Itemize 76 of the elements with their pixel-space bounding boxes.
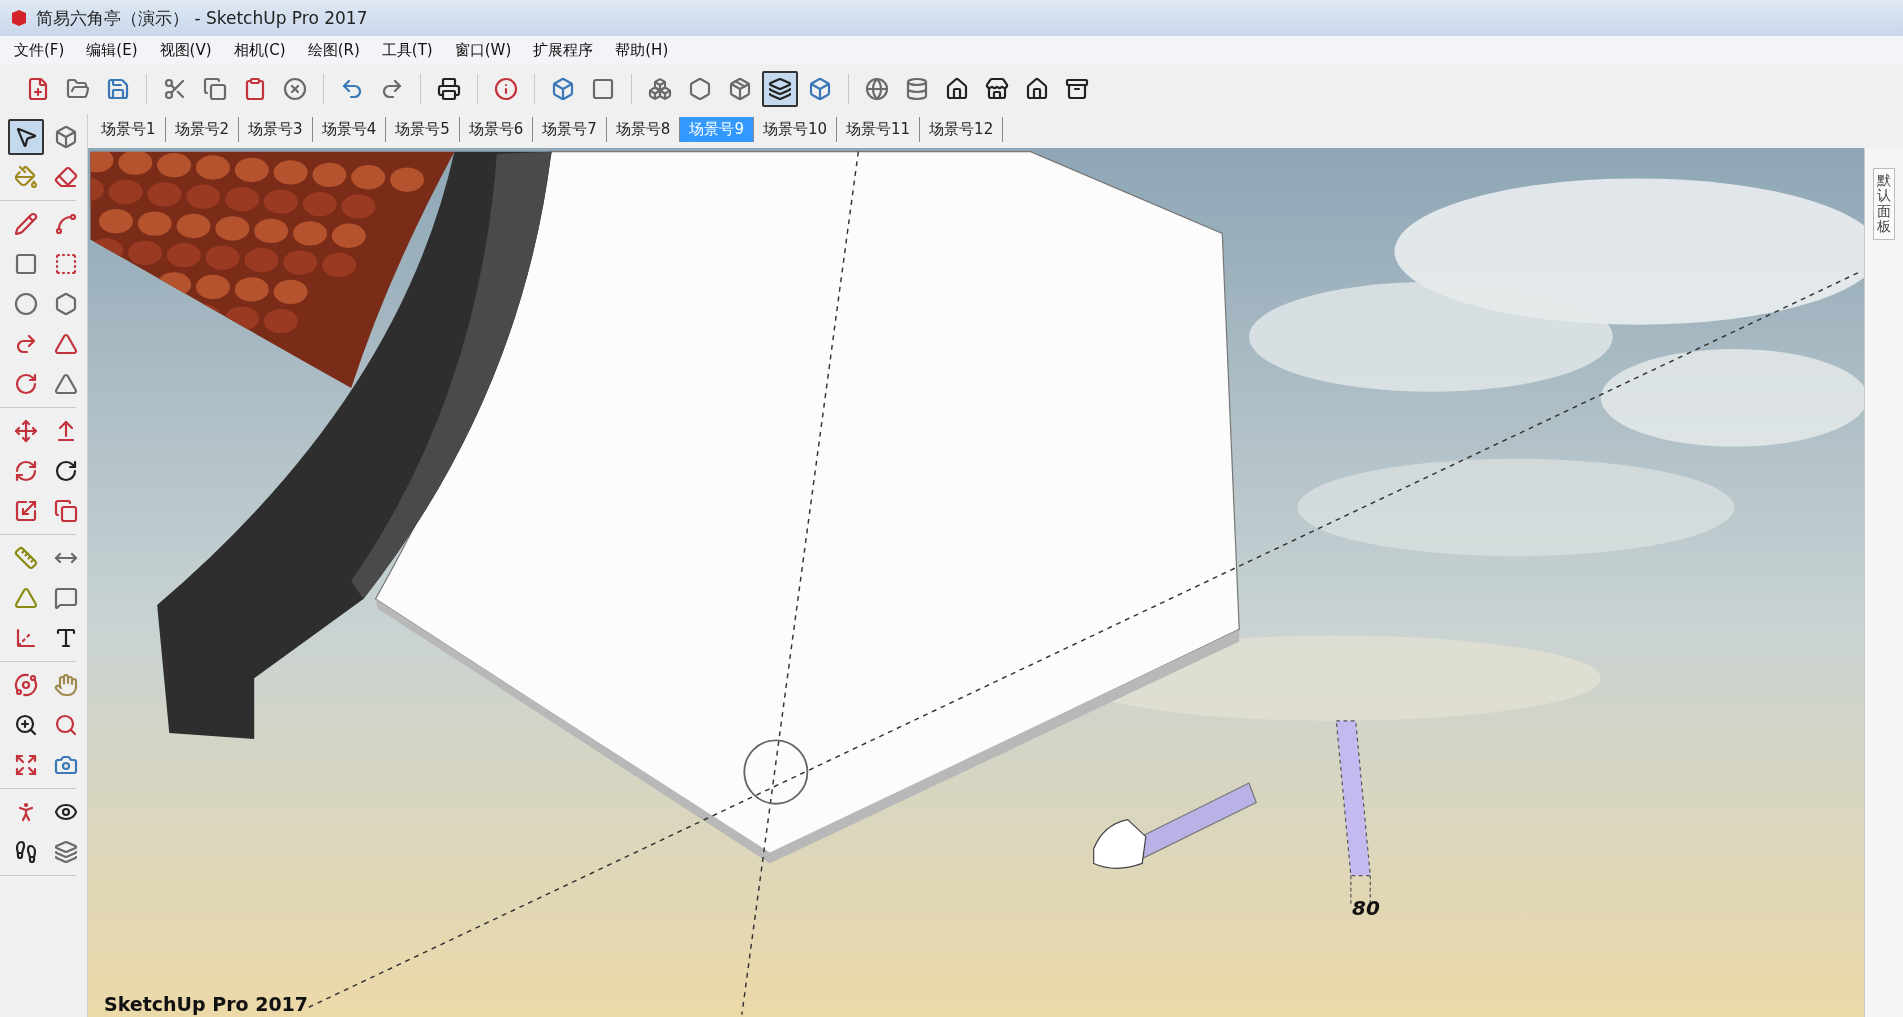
archive-icon [1065, 77, 1089, 101]
scene-tab[interactable]: 场景号3 [239, 116, 313, 142]
zoom-icon [14, 713, 38, 737]
dimension-label: 80 [1352, 896, 1380, 920]
cylinder-icon [905, 77, 929, 101]
viewport-caption: SketchUp Pro 2017 [104, 993, 309, 1015]
delete-icon [283, 77, 307, 101]
eraser-icon [54, 165, 78, 189]
menu-item[interactable]: 绘图(R) [307, 40, 360, 60]
new-file-icon [26, 77, 50, 101]
menu-item[interactable]: 视图(V) [159, 40, 212, 60]
menu-item[interactable]: 工具(T) [381, 40, 433, 60]
folder-icon [66, 77, 90, 101]
pointer-icon [14, 125, 38, 149]
text-icon [54, 586, 78, 610]
square-outline-icon [591, 77, 615, 101]
house-icon [945, 77, 969, 101]
scene-tab[interactable]: 场景号4 [312, 116, 387, 142]
axes-icon [14, 626, 38, 650]
toolbar-button[interactable] [762, 71, 798, 107]
save-icon [106, 77, 130, 101]
layers-icon [768, 77, 792, 101]
menu-item[interactable]: 编辑(E) [86, 40, 138, 60]
pan-icon [54, 673, 78, 697]
three-d-text-icon [54, 626, 78, 650]
globe-icon [865, 77, 889, 101]
app-logo-icon [10, 9, 28, 27]
tool-button[interactable] [8, 119, 44, 155]
window-title: 简易六角亭（演示） - SketchUp Pro 2017 [36, 6, 368, 30]
scene-tab[interactable]: 场景号6 [459, 116, 534, 142]
freehand-curve-icon [54, 212, 78, 236]
scene-tab[interactable]: 场景号12 [920, 116, 1004, 142]
scale-icon [14, 499, 38, 523]
tray-tab[interactable]: 默认面板 [1873, 168, 1895, 240]
menu-item[interactable]: 窗口(W) [454, 40, 512, 60]
cube-icon [551, 77, 575, 101]
circle-icon [14, 292, 38, 316]
menu-item[interactable]: 文件(F) [14, 40, 65, 60]
menu-item[interactable]: 相机(C) [233, 40, 286, 60]
orbit-icon [14, 673, 38, 697]
tape-measure-icon [14, 546, 38, 570]
shaded-box-icon [728, 77, 752, 101]
menu-item[interactable]: 帮助(H) [615, 40, 669, 60]
model-viewport[interactable]: 80 SketchUp Pro 2017 [88, 148, 1864, 1017]
footprints-icon [14, 840, 38, 864]
cursor-circle [743, 739, 809, 805]
clipboard-icon [243, 77, 267, 101]
cube-icon [54, 125, 78, 149]
scene-tab[interactable]: 场景号11 [837, 116, 921, 142]
menu-item[interactable]: 扩展程序 [533, 40, 594, 60]
paint-bucket-icon [14, 165, 38, 189]
zoom-window-icon [54, 713, 78, 737]
scene-tab[interactable]: 场景号5 [386, 116, 460, 142]
pencil-icon [14, 212, 38, 236]
scene-tab[interactable]: 场景号2 [165, 116, 240, 142]
rectangle-icon [14, 252, 38, 276]
polygon-icon [54, 292, 78, 316]
copy-icon [203, 77, 227, 101]
rotate-icon [14, 459, 38, 483]
camera-icon [54, 753, 78, 777]
scene-tab[interactable]: 场景号7 [533, 116, 607, 142]
hexagon-icon [688, 77, 712, 101]
undo-icon [340, 77, 364, 101]
wireframe-box-icon [648, 77, 672, 101]
info-icon [494, 77, 518, 101]
scene-tab[interactable]: 场景号1 [92, 116, 166, 142]
move-icon [14, 419, 38, 443]
house-outline-icon [1025, 77, 1049, 101]
scissors-icon [163, 77, 187, 101]
zoom-extents-icon [14, 753, 38, 777]
redo-icon [380, 77, 404, 101]
printer-icon [437, 77, 461, 101]
cube-icon [808, 77, 832, 101]
scene-tab[interactable]: 场景号10 [753, 116, 837, 142]
rotated-rectangle-icon [54, 252, 78, 276]
store-icon [985, 77, 1009, 101]
